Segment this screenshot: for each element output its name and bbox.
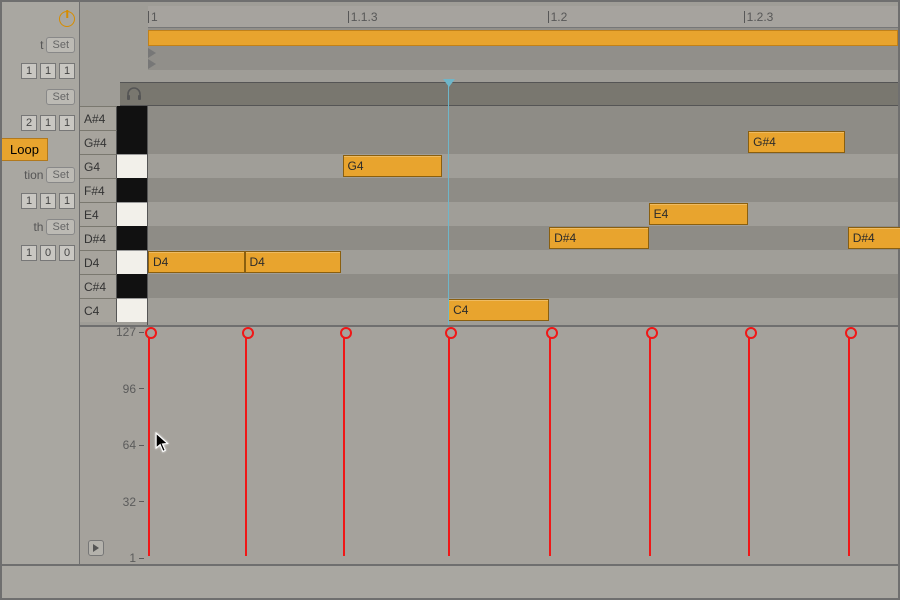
loop-position-boxes[interactable]: 1 1 1 — [2, 190, 75, 212]
midi-note[interactable]: G#4 — [748, 131, 845, 153]
velocity-tick: 32 — [123, 495, 144, 509]
note-lane[interactable] — [148, 274, 898, 298]
note-lane[interactable] — [148, 178, 898, 202]
piano-key-column[interactable]: A#4G#4G4F#4E4D#4D4C#4C4 — [80, 106, 148, 325]
ruler-tick[interactable]: 1.1.3 — [348, 6, 378, 27]
piano-key-label: E4 — [80, 202, 117, 226]
piano-key-label: F#4 — [80, 178, 117, 202]
white-key-icon[interactable] — [117, 250, 147, 274]
midi-note[interactable]: D4 — [148, 251, 245, 273]
piano-key-label: A#4 — [80, 106, 117, 130]
velocity-tick: 1 — [129, 551, 144, 565]
velocity-marker[interactable] — [343, 331, 345, 556]
set-loop-len-button[interactable]: Set — [46, 219, 75, 235]
midi-note[interactable]: D#4 — [848, 227, 900, 249]
ruler-tick[interactable]: 1.2 — [548, 6, 568, 27]
piano-key-label: G#4 — [80, 130, 117, 154]
midi-note-editor[interactable]: 1 1.1.3 1.2 1.2.3 A#4G#4G4F#4E4D#4D4C#4C… — [80, 2, 898, 326]
envelope-play-button[interactable] — [88, 540, 104, 556]
playhead-marker[interactable] — [448, 80, 449, 325]
piano-key-label: C4 — [80, 298, 117, 322]
note-lane[interactable] — [148, 202, 898, 226]
piano-key-C4[interactable]: C4 — [80, 298, 147, 322]
piano-key-A#4[interactable]: A#4 — [80, 106, 147, 130]
velocity-marker[interactable] — [649, 331, 651, 556]
piano-key-label: C#4 — [80, 274, 117, 298]
note-grid[interactable]: D4D4G4C4D#4E4G#4D#4 — [148, 106, 898, 325]
piano-key-F#4[interactable]: F#4 — [80, 178, 147, 202]
beat-ruler[interactable]: 1 1.1.3 1.2 1.2.3 — [148, 6, 898, 28]
velocity-marker[interactable] — [448, 331, 450, 556]
piano-key-D#4[interactable]: D#4 — [80, 226, 147, 250]
loop-brace-region[interactable] — [148, 28, 898, 70]
velocity-marker[interactable] — [549, 331, 551, 556]
velocity-scale: 1279664321 — [80, 331, 148, 556]
ruler-tick[interactable]: 1.2.3 — [744, 6, 774, 27]
piano-key-C#4[interactable]: C#4 — [80, 274, 147, 298]
loop-brace[interactable] — [148, 30, 898, 46]
black-key-icon[interactable] — [117, 130, 147, 154]
velocity-lane[interactable]: 127 96 64 32 1 — [80, 326, 898, 564]
white-key-icon[interactable] — [117, 154, 147, 178]
content: t Set 1 1 1 Set 2 1 1 Loop — [2, 2, 898, 598]
midi-note[interactable]: E4 — [649, 203, 749, 225]
midi-note[interactable]: G4 — [343, 155, 443, 177]
piano-key-label: D#4 — [80, 226, 117, 250]
piano-key-G#4[interactable]: G#4 — [80, 130, 147, 154]
prop-label: t — [40, 38, 43, 52]
start-marker-icon[interactable] — [148, 48, 160, 68]
start-position-boxes[interactable]: 1 1 1 — [2, 60, 75, 82]
midi-preview-row — [120, 82, 898, 106]
midi-note[interactable]: D4 — [245, 251, 342, 273]
note-lane[interactable] — [148, 226, 898, 250]
loop-length-boxes[interactable]: 1 0 0 — [2, 242, 75, 264]
velocity-marker[interactable] — [748, 331, 750, 556]
velocity-marker[interactable] — [848, 331, 850, 556]
clip-activator-icon[interactable] — [59, 11, 75, 27]
midi-note[interactable]: D#4 — [549, 227, 649, 249]
piano-key-label: G4 — [80, 154, 117, 178]
clip-properties-panel: t Set 1 1 1 Set 2 1 1 Loop — [2, 2, 80, 570]
status-bar — [2, 564, 898, 598]
white-key-icon[interactable] — [117, 202, 147, 226]
midi-note[interactable]: C4 — [448, 299, 549, 321]
prop-label: th — [33, 220, 43, 234]
piano-key-E4[interactable]: E4 — [80, 202, 147, 226]
velocity-marker[interactable] — [245, 331, 247, 556]
velocity-marker[interactable] — [148, 331, 150, 556]
set-start-button[interactable]: Set — [46, 37, 75, 53]
velocity-grid[interactable] — [148, 331, 898, 556]
set-loop-pos-button[interactable]: Set — [46, 167, 75, 183]
piano-key-label: D4 — [80, 250, 117, 274]
velocity-tick: 64 — [123, 438, 144, 452]
headphones-icon[interactable] — [126, 87, 142, 101]
loop-toggle[interactable]: Loop — [2, 138, 48, 161]
black-key-icon[interactable] — [117, 106, 147, 130]
velocity-tick: 96 — [123, 382, 144, 396]
black-key-icon[interactable] — [117, 274, 147, 298]
note-lane[interactable] — [148, 106, 898, 130]
black-key-icon[interactable] — [117, 226, 147, 250]
app-window: t Set 1 1 1 Set 2 1 1 Loop — [0, 0, 900, 600]
ruler-tick[interactable]: 1 — [148, 6, 158, 27]
velocity-tick: 127 — [116, 325, 144, 339]
end-position-boxes[interactable]: 2 1 1 — [2, 112, 75, 134]
prop-label: tion — [24, 168, 43, 182]
piano-key-D4[interactable]: D4 — [80, 250, 147, 274]
note-lane[interactable] — [148, 154, 898, 178]
piano-key-G4[interactable]: G4 — [80, 154, 147, 178]
black-key-icon[interactable] — [117, 178, 147, 202]
white-key-icon[interactable] — [117, 298, 147, 322]
set-end-button[interactable]: Set — [46, 89, 75, 105]
